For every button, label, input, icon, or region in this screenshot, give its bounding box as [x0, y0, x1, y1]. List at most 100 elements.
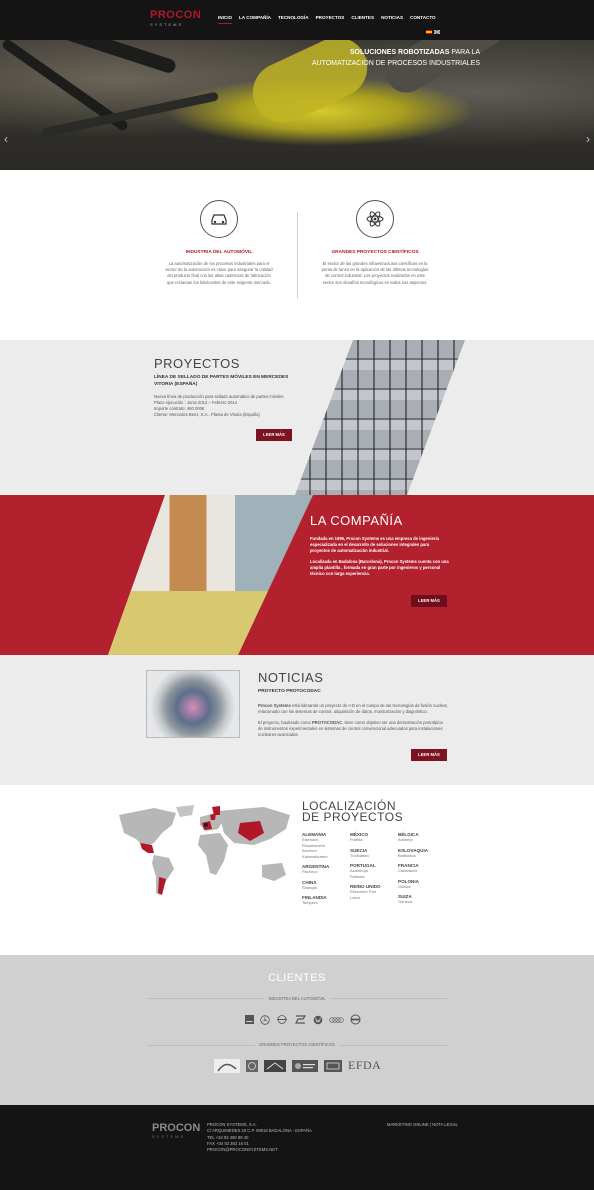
city-name: Bratislava — [398, 852, 416, 858]
city-name: Geneva — [398, 899, 413, 904]
service-icon-circle — [356, 200, 394, 238]
footer-email[interactable]: PROCON@PROCONSYSTEMS.NET — [207, 1147, 312, 1153]
compania-content: LA COMPAÑÍA Fundada en 1995, Procon Syst… — [310, 513, 450, 577]
category-label: INDUSTRIA DEL AUTOMÓVIL — [264, 996, 330, 1001]
language-switcher — [426, 30, 440, 34]
gm-logo-icon[interactable] — [245, 1015, 254, 1024]
city-name: Trollhättan — [350, 852, 369, 858]
service-automovil: INDUSTRIA DEL AUTOMÓVIL La automatizació… — [164, 200, 274, 286]
noticias-para2-bold: PROTOCODAC — [312, 719, 343, 725]
footer-logo-word: PROCON — [152, 1122, 201, 1134]
atom-icon — [366, 211, 384, 227]
noticias-content: NOTICIAS PROYECTO PROTOCODAC Procon Syst… — [258, 670, 448, 738]
iter-logo-icon[interactable] — [214, 1058, 240, 1073]
car-icon — [211, 214, 227, 225]
world-map — [119, 805, 290, 895]
country-column-2: MÉXICO Puebla SUECIA Trollhättan PORTUGA… — [350, 832, 396, 900]
noticias-para2-text-a: El proyecto, bautizado como — [258, 719, 313, 725]
city-name: Luton — [350, 894, 361, 900]
volvo-logo-icon[interactable] — [350, 1014, 361, 1025]
service-cientificos: GRANDES PROYECTOS CIENTÍFICOS El sector … — [320, 200, 430, 286]
service-title: INDUSTRIA DEL AUTOMÓVIL — [185, 250, 253, 255]
spain-flag-icon[interactable] — [426, 30, 432, 34]
next-slide-arrow[interactable]: › — [586, 132, 590, 146]
services-divider — [297, 212, 298, 298]
main-nav: INICIO LA COMPAÑÍA TECNOLOGÍA PROYECTOS … — [218, 15, 436, 24]
nav-tecnologia[interactable]: TECNOLOGÍA — [278, 15, 309, 24]
logo-subtitle: SYSTEMS — [150, 22, 184, 27]
footer-logo-subtitle: SYSTEMS — [152, 1134, 186, 1139]
efda-logo[interactable]: EFDA — [348, 1058, 381, 1073]
opel-logo-icon[interactable] — [276, 1015, 288, 1024]
compania-read-more-button[interactable]: LEER MÁS — [411, 595, 447, 607]
compania-section — [0, 495, 594, 655]
proyectos-content: PROYECTOS LÍNEA DE SELLADO DE PARTES MÓV… — [154, 356, 294, 418]
city-name: Palmela — [350, 873, 365, 879]
hero-slider: ‹ › — [0, 40, 594, 170]
fusion-for-energy-logo-icon[interactable] — [292, 1059, 318, 1072]
site-logo[interactable]: PROCON SYSTEMS — [150, 9, 202, 34]
city-name: Puebla — [350, 837, 363, 842]
automovil-logos — [245, 1014, 367, 1025]
compania-title: LA COMPAÑÍA — [310, 513, 403, 528]
clientes-category-cientificos: GRANDES PROYECTOS CIENTÍFICOS — [147, 1042, 447, 1047]
footer-links[interactable]: MARKETING ONLINE | NOTA LEGAL — [387, 1122, 458, 1127]
noticias-read-more-button[interactable]: LEER MÁS — [411, 749, 447, 761]
nav-la-compania[interactable]: LA COMPAÑÍA — [239, 15, 271, 24]
audi-logo-icon[interactable] — [329, 1016, 344, 1024]
cientificos-logos: EFDA — [214, 1058, 381, 1073]
clientes-title: CLIENTES — [268, 972, 326, 984]
electrical-cabinet-image — [295, 340, 465, 495]
hero-title: SOLUCIONES ROBOTIZADAS PARA LA AUTOMATIZ… — [300, 48, 480, 69]
service-title: GRANDES PROYECTOS CIENTÍFICOS — [331, 250, 419, 255]
footer-street: C/ ARQUIMEDES 26 C.P. 08918 BADALONA - E… — [207, 1128, 312, 1134]
cern-logo-icon[interactable] — [246, 1059, 258, 1072]
office-reception-image — [108, 495, 313, 655]
country-column-1: ALEMANIA Eisenach Rüsselsheim Bochum Kai… — [302, 832, 348, 906]
proyectos-line: Cliente: Mercedes Benz, S.A., Planta de … — [154, 412, 260, 417]
city-name: Pacheco — [302, 869, 318, 874]
proyectos-read-more-button[interactable]: LEER MÁS — [256, 429, 292, 441]
uk-flag-icon[interactable] — [434, 30, 440, 34]
logo-word: PROCON — [150, 9, 202, 21]
city-name: Kaiserslautern — [302, 853, 328, 859]
country-column-3: BÉLGICA Antwerp ESLOVAQUIA Bratislava FR… — [398, 832, 444, 905]
localizacion-title-line2: DE PROYECTOS — [302, 810, 404, 824]
city-name: Tampere — [302, 900, 318, 905]
localizacion-title: LOCALIZACIÓN DE PROYECTOS — [302, 800, 404, 824]
mercedes-logo-icon[interactable] — [260, 1014, 270, 1025]
fusion-reactor-image[interactable] — [146, 670, 240, 738]
seat-logo-icon[interactable] — [294, 1015, 307, 1024]
proyectos-subtitle: LÍNEA DE SELLADO DE PARTES MÓVILES EN ME… — [154, 375, 289, 387]
noticias-title: NOTICIAS — [258, 670, 324, 685]
service-body: La automatización de los procesos indust… — [165, 261, 273, 285]
footer-logo[interactable]: PROCON SYSTEMS — [152, 1122, 201, 1140]
service-icon-circle — [200, 200, 238, 238]
city-name: Shangai — [302, 884, 317, 890]
compania-para1: Fundada en 1995, Procon Systems es una e… — [310, 536, 439, 553]
footer-address: PROCON SYSTEMS, S.A. C/ ARQUIMEDES 26 C.… — [207, 1122, 312, 1153]
noticias-para1-bold: Procon Systems — [258, 702, 291, 708]
nav-inicio[interactable]: INICIO — [218, 15, 233, 24]
service-body: El sector de las grandes infraestructura… — [321, 261, 429, 285]
nav-clientes[interactable]: CLIENTES — [351, 15, 374, 24]
nav-noticias[interactable]: NOTICIAS — [381, 15, 403, 24]
clientes-category-automovil: INDUSTRIA DEL AUTOMÓVIL — [147, 996, 447, 1001]
proyectos-details: Nueva línea de producción para sellado a… — [154, 394, 294, 418]
alba-logo-icon[interactable] — [264, 1059, 286, 1072]
category-label: GRANDES PROYECTOS CIENTÍFICOS — [255, 1042, 339, 1047]
hero-title-bold: SOLUCIONES ROBOTIZADAS — [349, 49, 450, 56]
robot-hose — [41, 91, 219, 138]
vw-logo-icon[interactable] — [313, 1015, 323, 1025]
prev-slide-arrow[interactable]: ‹ — [4, 132, 8, 146]
noticias-para2: El proyecto, bautizado como PROTOCODAC, … — [258, 720, 448, 738]
nav-contacto[interactable]: CONTACTO — [410, 15, 436, 24]
proyectos-section — [0, 340, 594, 495]
city-name: Cadarache — [398, 868, 418, 873]
city-name: Gliwice — [398, 883, 411, 889]
nav-proyectos[interactable]: PROYECTOS — [316, 15, 345, 24]
ciemat-logo-icon[interactable] — [324, 1059, 342, 1072]
city-name: Antwerp — [398, 837, 413, 842]
noticias-subtitle: PROYECTO PROTOCODAC — [258, 689, 321, 694]
proyectos-title: PROYECTOS — [154, 356, 240, 371]
